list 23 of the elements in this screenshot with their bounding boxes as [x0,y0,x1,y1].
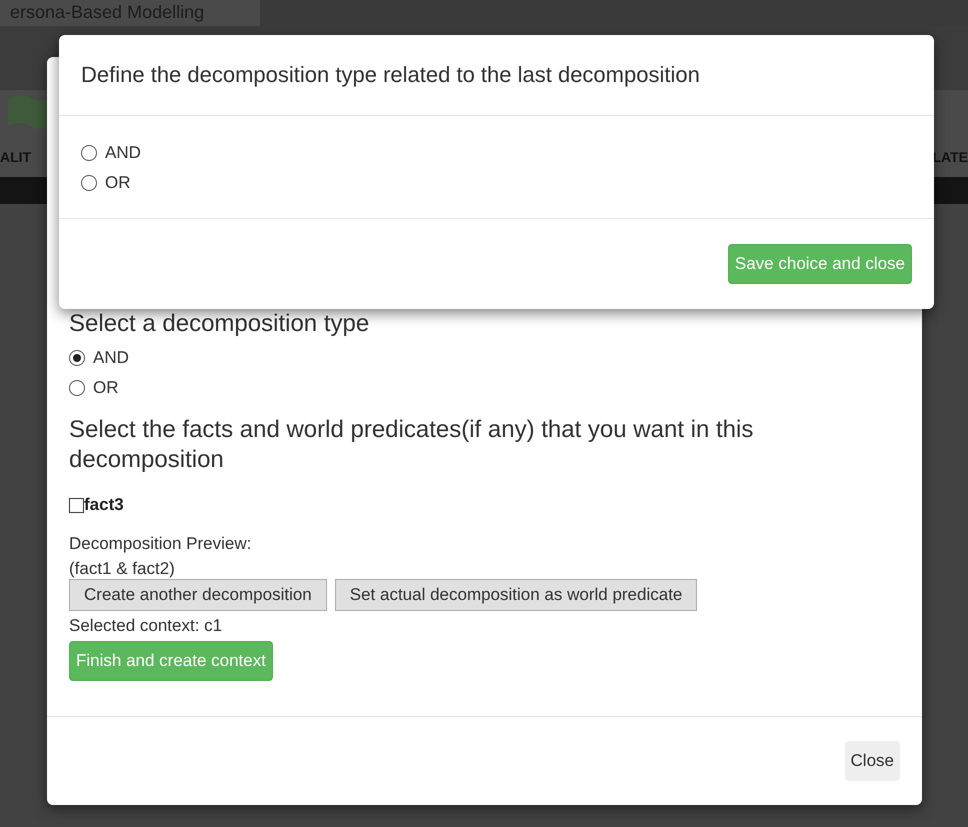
checkbox[interactable] [69,498,84,512]
nav-label[interactable]: LATE [932,149,968,165]
preview-text: (fact1 & fact2) [69,559,176,579]
action-button[interactable]: Set actual decomposition as world predicate [334,579,698,611]
radio-label: AND [105,142,141,164]
action-button[interactable]: Create another decomposition [69,579,327,611]
dialog-title: Define the decomposition type related to the last decomposition [59,35,934,116]
section-heading: Select a decomposition type [69,309,370,339]
radio-button[interactable] [69,380,85,396]
save-button[interactable]: Save choice and close [728,244,912,284]
finish-button[interactable]: Finish and create context [69,641,273,681]
radio-label: OR [105,172,130,194]
checkbox-label: fact3 [84,495,124,515]
radio-button[interactable] [81,145,97,161]
radio-label: AND [93,347,129,369]
nav-label[interactable]: ALIT [0,149,32,165]
section-heading: Select the facts and world predicates(if any) that you want in this decomposition [69,415,754,475]
radio-label: OR [93,377,118,399]
radio-button[interactable] [81,175,97,191]
close-button[interactable]: Close [844,741,900,781]
context-text: Selected context: c1 [69,615,224,637]
preview-label: Decomposition Preview: [69,533,252,555]
radio-button[interactable] [69,350,85,366]
